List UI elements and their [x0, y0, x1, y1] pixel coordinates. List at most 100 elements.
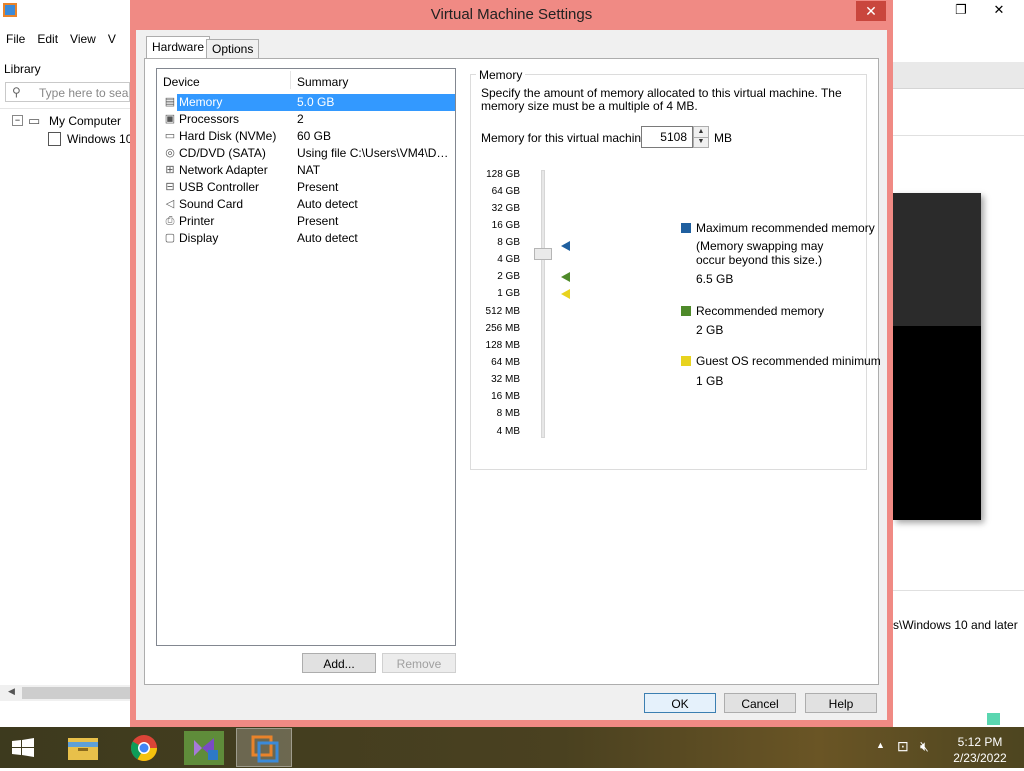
tree-item-my-computer[interactable]: My Computer — [49, 114, 121, 128]
menu-edit[interactable]: Edit — [31, 28, 64, 50]
tree-item-windows10[interactable]: Windows 10 — [67, 132, 132, 146]
device-row-display[interactable]: ▢ Display Auto detect — [161, 230, 455, 247]
device-row-memory[interactable]: ▤ Memory 5.0 GB — [161, 94, 455, 111]
max-recommended-label: Maximum recommended memory — [696, 221, 875, 235]
taskbar-file-explorer[interactable] — [56, 728, 112, 767]
menu-file[interactable]: File — [0, 28, 31, 50]
show-hidden-icons[interactable]: ▲ — [876, 740, 885, 750]
tree-horizontal-scrollbar[interactable]: ◀ — [0, 685, 130, 701]
usb-controller-icon: ⊟ — [165, 181, 175, 193]
column-device[interactable]: Device — [163, 75, 200, 89]
memory-spinner[interactable]: ▲ ▼ — [693, 126, 709, 148]
volume-muted-icon[interactable]: 🔇︎ — [920, 738, 929, 755]
add-device-button[interactable]: Add... — [302, 653, 376, 673]
clock-time[interactable]: 5:12 PM — [944, 735, 1016, 749]
library-label: Library — [4, 62, 41, 76]
scroll-left-icon[interactable]: ◀ — [8, 686, 15, 697]
recommended-value: 2 GB — [696, 323, 724, 337]
device-name: Hard Disk (NVMe) — [179, 129, 277, 143]
start-button[interactable] — [0, 727, 48, 768]
device-row-network-adapter[interactable]: ⊞ Network Adapter NAT — [161, 162, 455, 179]
guest-min-label: Guest OS recommended minimum — [696, 354, 881, 368]
max-recommended-marker — [561, 241, 570, 251]
recommended-marker — [561, 272, 570, 282]
device-name: Printer — [179, 214, 215, 228]
device-summary: 5.0 GB — [297, 95, 451, 109]
column-summary[interactable]: Summary — [297, 75, 348, 89]
dialog-body: Hardware Options Device Summary ▤ Memory… — [136, 30, 887, 720]
device-row-sound-card[interactable]: ◁ Sound Card Auto detect — [161, 196, 455, 213]
device-list-header: Device Summary — [157, 69, 455, 91]
network-icon[interactable]: ⊡ — [897, 738, 909, 755]
close-icon[interactable]: ✕ — [856, 1, 886, 21]
cancel-button[interactable]: Cancel — [724, 693, 796, 713]
scale-label: 512 MB — [485, 306, 520, 317]
device-row-cd-dvd[interactable]: ◎ CD/DVD (SATA) Using file C:\Users\VM4\… — [161, 145, 455, 162]
ok-button[interactable]: OK — [644, 693, 716, 713]
close-window-icon[interactable]: ✕ — [982, 0, 1016, 20]
vm-icon — [48, 132, 61, 146]
device-row-processors[interactable]: ▣ Processors 2 — [161, 111, 455, 128]
vmware-app-icon — [3, 3, 17, 17]
visual-studio-installer-icon — [184, 731, 224, 765]
clock-date[interactable]: 2/23/2022 — [944, 751, 1016, 765]
printer-icon: ⎙ — [165, 215, 175, 227]
device-row-hard-disk[interactable]: ▭ Hard Disk (NVMe) 60 GB — [161, 128, 455, 145]
vm-screen-preview[interactable] — [893, 193, 981, 520]
device-name: CD/DVD (SATA) — [179, 146, 266, 160]
scrollbar-thumb[interactable] — [22, 687, 130, 699]
scale-label: 256 MB — [485, 323, 520, 334]
computer-icon: ▭ — [28, 113, 41, 128]
library-search-input[interactable]: ⚲ Type here to sear — [5, 82, 130, 102]
scale-label: 16 GB — [491, 220, 520, 231]
device-summary: 60 GB — [297, 129, 332, 143]
device-name: Display — [179, 231, 219, 245]
memory-size-input[interactable]: 5108 — [641, 126, 693, 148]
notes-tray-icon[interactable] — [987, 713, 1000, 725]
scale-label: 4 GB — [497, 254, 520, 265]
divider — [893, 135, 1024, 136]
sound-card-icon: ◁ — [165, 198, 175, 210]
windows-logo-icon — [12, 738, 34, 757]
recommended-swatch — [681, 306, 691, 316]
max-recommended-value: 6.5 GB — [696, 272, 734, 286]
app-menubar: File Edit View V — [0, 28, 122, 50]
device-name: Processors — [179, 112, 240, 126]
scale-label: 8 MB — [496, 408, 520, 419]
guest-os-value: s\Windows 10 and later — [893, 618, 1018, 632]
device-summary: Auto detect — [297, 197, 358, 211]
device-name: USB Controller — [179, 180, 260, 194]
restore-icon[interactable]: ❐ — [944, 0, 978, 20]
detail-header-bar — [893, 62, 1024, 89]
tab-hardware[interactable]: Hardware — [146, 36, 211, 59]
device-name: Memory — [179, 95, 223, 109]
device-summary: Auto detect — [297, 231, 358, 245]
device-summary: 2 — [297, 112, 304, 126]
menu-view[interactable]: View — [64, 28, 102, 50]
collapse-icon[interactable]: − — [12, 115, 23, 126]
display-icon: ▢ — [164, 232, 176, 244]
help-button[interactable]: Help — [805, 693, 877, 713]
taskbar-chrome[interactable] — [116, 728, 172, 767]
memory-slider-thumb[interactable] — [534, 248, 552, 260]
device-row-usb-controller[interactable]: ⊟ USB Controller Present — [161, 179, 455, 196]
device-name: Sound Card — [179, 197, 244, 211]
tab-options[interactable]: Options — [206, 39, 260, 58]
remove-device-button[interactable]: Remove — [382, 653, 456, 673]
hard-disk-icon: ▭ — [164, 130, 176, 142]
scale-label: 64 MB — [491, 357, 520, 368]
taskbar-visual-studio[interactable] — [176, 728, 232, 767]
menu-vm[interactable]: V — [102, 28, 122, 50]
file-explorer-icon — [68, 738, 98, 760]
dialog-title: Virtual Machine Settings — [430, 6, 593, 23]
guest-min-swatch — [681, 356, 691, 366]
memory-field-label: Memory for this virtual machine: — [481, 131, 652, 145]
spin-down-icon[interactable]: ▼ — [694, 137, 708, 147]
max-recommended-swatch — [681, 223, 691, 233]
taskbar-vmware[interactable] — [236, 728, 292, 767]
scale-label: 4 MB — [496, 426, 520, 437]
memory-slider-track[interactable] — [541, 170, 545, 438]
device-row-printer[interactable]: ⎙ Printer Present — [161, 213, 455, 230]
memory-group-title: Memory — [476, 68, 526, 82]
chrome-icon — [130, 735, 158, 762]
